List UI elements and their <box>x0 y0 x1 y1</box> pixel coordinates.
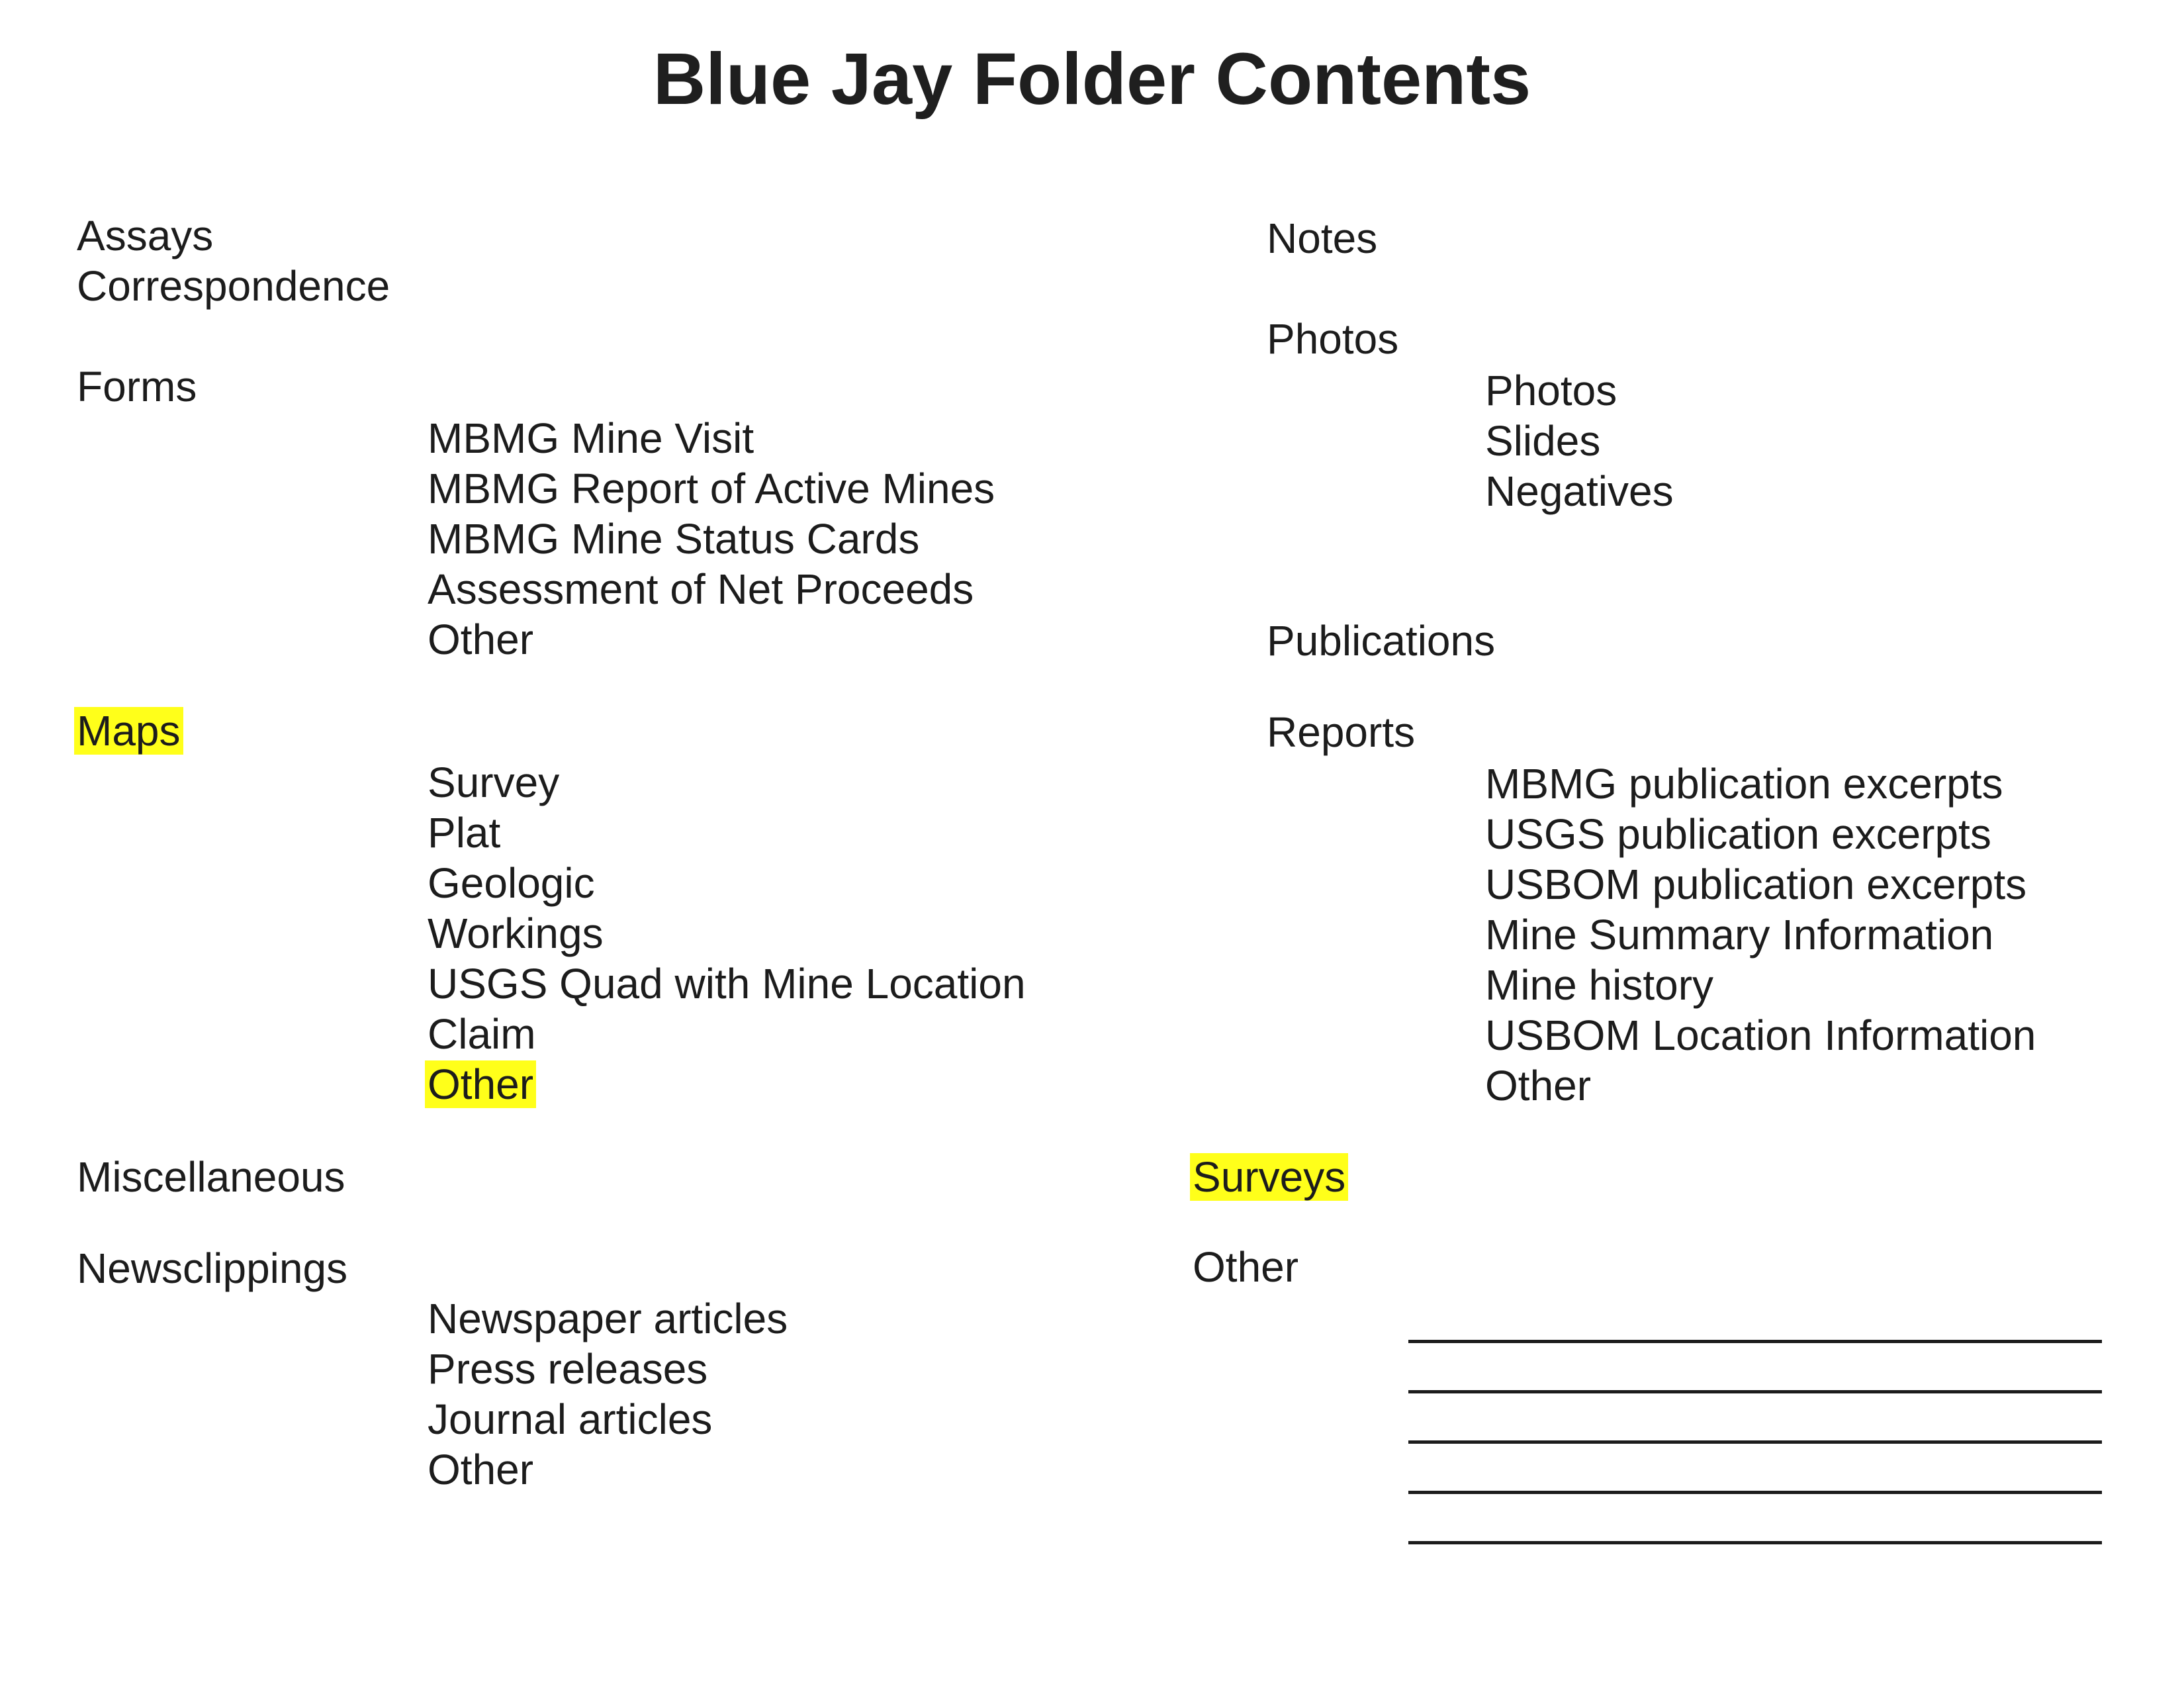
assays-heading: Assays <box>77 212 214 259</box>
forms-item: Assessment of Net Proceeds <box>428 565 974 613</box>
forms-item: MBMG Mine Visit <box>428 414 754 462</box>
maps-item: Geologic <box>428 859 595 907</box>
reports-item: Other <box>1485 1062 1592 1109</box>
maps-item: Workings <box>428 910 604 957</box>
reports-item: USGS publication excerpts <box>1485 810 1991 858</box>
photos-item: Photos <box>1485 367 1617 414</box>
page-title: Blue Jay Folder Contents <box>653 38 1531 120</box>
surveys-heading: Surveys <box>1190 1152 1349 1202</box>
blank-write-in-line[interactable] <box>1408 1340 2102 1343</box>
correspondence-heading: Correspondence <box>77 262 390 310</box>
newsclippings-item: Other <box>428 1446 534 1493</box>
reports-item: Mine history <box>1485 961 1713 1009</box>
newsclippings-item: Press releases <box>428 1345 708 1393</box>
photos-heading: Photos <box>1267 315 1399 363</box>
reports-item: Mine Summary Information <box>1485 911 1994 959</box>
forms-item: MBMG Report of Active Mines <box>428 465 995 512</box>
notes-heading: Notes <box>1267 214 1378 262</box>
maps-item: Claim <box>428 1010 536 1058</box>
maps-item: Plat <box>428 809 501 857</box>
reports-item: USBOM Location Information <box>1485 1011 2036 1059</box>
photos-item: Negatives <box>1485 467 1674 515</box>
photos-item: Slides <box>1485 417 1601 465</box>
maps-item-highlighted: Other <box>425 1059 537 1109</box>
reports-heading: Reports <box>1267 708 1416 756</box>
publications-heading: Publications <box>1267 617 1496 665</box>
blank-write-in-line[interactable] <box>1408 1390 2102 1393</box>
newsclippings-heading: Newsclippings <box>77 1244 348 1292</box>
maps-item: USGS Quad with Mine Location <box>428 960 1026 1008</box>
miscellaneous-heading: Miscellaneous <box>77 1153 345 1201</box>
other-heading: Other <box>1193 1243 1299 1291</box>
forms-item: Other <box>428 616 534 663</box>
maps-item: Survey <box>428 759 560 806</box>
forms-heading: Forms <box>77 363 197 410</box>
reports-item: MBMG publication excerpts <box>1485 760 2003 808</box>
newsclippings-item: Journal articles <box>428 1395 713 1443</box>
blank-write-in-line[interactable] <box>1408 1440 2102 1444</box>
forms-item: MBMG Mine Status Cards <box>428 515 920 563</box>
reports-item: USBOM publication excerpts <box>1485 861 2027 908</box>
newsclippings-item: Newspaper articles <box>428 1295 788 1342</box>
blank-write-in-line[interactable] <box>1408 1491 2102 1494</box>
maps-heading: Maps <box>74 706 183 756</box>
blank-write-in-line[interactable] <box>1408 1541 2102 1544</box>
